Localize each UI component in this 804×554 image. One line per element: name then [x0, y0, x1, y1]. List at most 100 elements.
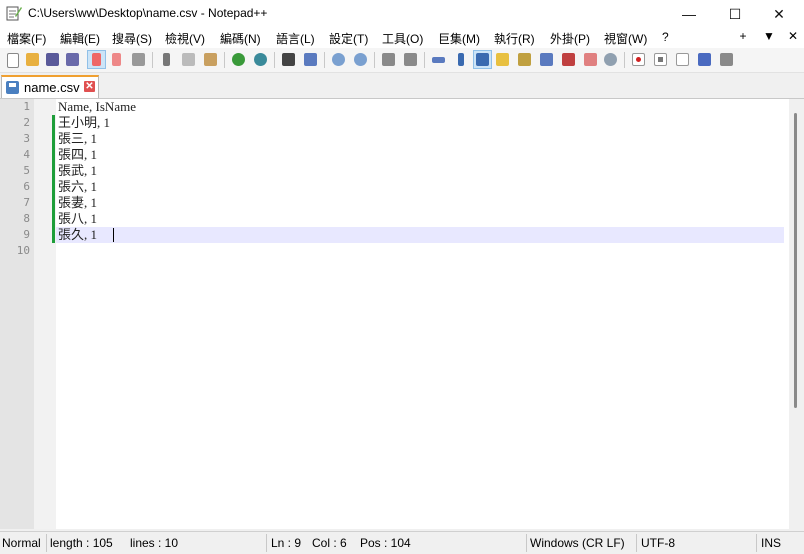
new-tab-button[interactable]: +	[736, 29, 750, 43]
menu-plugins[interactable]: 外掛(P)	[550, 30, 590, 47]
zoom-in-icon[interactable]	[330, 51, 347, 68]
text-line[interactable]: 張八, 1	[58, 211, 97, 227]
toolbar-separator	[624, 52, 625, 68]
toolbar-separator	[424, 52, 425, 68]
line-number-gutter: 1 2 3 4 5 6 7 8 9 10	[0, 99, 34, 529]
close-all-icon[interactable]	[108, 51, 125, 68]
sync-vertical-icon[interactable]	[380, 51, 397, 68]
find-icon[interactable]	[280, 51, 297, 68]
line-number: 7	[23, 196, 30, 209]
status-encoding[interactable]: UTF-8	[641, 536, 675, 550]
paste-icon[interactable]	[202, 51, 219, 68]
status-column: Col : 6	[312, 536, 347, 550]
doc-map-icon[interactable]	[516, 51, 533, 68]
line-number: 8	[23, 212, 30, 225]
save-all-icon[interactable]	[64, 51, 81, 68]
copy-icon[interactable]	[180, 51, 197, 68]
line-number: 9	[23, 228, 30, 241]
close-window-button[interactable]: ✕	[756, 0, 802, 28]
current-line-highlight	[56, 227, 784, 243]
close-document-button[interactable]: ✕	[786, 29, 800, 43]
menu-encoding[interactable]: 編碼(N)	[220, 30, 261, 47]
menu-window[interactable]: 視窗(W)	[604, 30, 647, 47]
menu-settings[interactable]: 設定(T)	[329, 30, 368, 47]
status-length: length : 105	[50, 536, 113, 550]
stop-macro-icon[interactable]	[652, 51, 669, 68]
toolbar-separator	[324, 52, 325, 68]
menu-language[interactable]: 語言(L)	[276, 30, 315, 47]
menu-run[interactable]: 執行(R)	[494, 30, 535, 47]
line-number: 10	[16, 244, 30, 257]
menu-bar: 檔案(F) 編輯(E) 搜尋(S) 檢視(V) 編碼(N) 語言(L) 設定(T…	[0, 28, 804, 48]
cut-icon[interactable]	[158, 51, 175, 68]
word-wrap-icon[interactable]	[430, 51, 447, 68]
text-line[interactable]: 張四, 1	[58, 147, 97, 163]
editor-area[interactable]: 1 2 3 4 5 6 7 8 9 10 Name, IsName 王小明, 1…	[0, 99, 789, 529]
menu-help[interactable]: ?	[662, 30, 669, 44]
toolbar-separator	[224, 52, 225, 68]
status-divider	[526, 534, 527, 552]
sync-horizontal-icon[interactable]	[402, 51, 419, 68]
language-icon[interactable]	[494, 51, 511, 68]
status-eol[interactable]: Windows (CR LF)	[530, 536, 625, 550]
text-line[interactable]: 張妻, 1	[58, 195, 97, 211]
toolbar-separator	[374, 52, 375, 68]
minimize-button[interactable]: —	[666, 0, 712, 28]
change-history-marker	[52, 115, 55, 243]
undo-icon[interactable]	[230, 51, 247, 68]
toolbar-separator	[152, 52, 153, 68]
line-number: 6	[23, 180, 30, 193]
zoom-out-icon[interactable]	[352, 51, 369, 68]
show-all-chars-icon[interactable]	[452, 51, 469, 68]
window-title: C:\Users\ww\Desktop\name.csv - Notepad++	[28, 6, 268, 20]
tab-bar: name.csv ✕	[0, 74, 804, 99]
status-position: Pos : 104	[360, 536, 411, 550]
indent-guide-icon[interactable]	[473, 50, 492, 69]
menu-file[interactable]: 檔案(F)	[7, 30, 46, 47]
menu-macro[interactable]: 巨集(M)	[438, 30, 480, 47]
new-file-icon[interactable]	[4, 51, 21, 68]
run-macro-multiple-icon[interactable]	[696, 51, 713, 68]
monitor-icon[interactable]	[602, 51, 619, 68]
text-line[interactable]: 王小明, 1	[58, 115, 110, 131]
redo-icon[interactable]	[252, 51, 269, 68]
status-divider	[46, 534, 47, 552]
folder-workspace-icon[interactable]	[560, 51, 577, 68]
status-insert-mode[interactable]: INS	[761, 536, 781, 550]
vertical-scrollbar[interactable]	[789, 99, 804, 529]
text-caret	[113, 228, 114, 242]
menu-tools[interactable]: 工具(O)	[382, 30, 423, 47]
tab-label: name.csv	[24, 80, 80, 95]
line-number: 4	[23, 148, 30, 161]
save-icon[interactable]	[44, 51, 61, 68]
title-bar: C:\Users\ww\Desktop\name.csv - Notepad++…	[0, 0, 804, 28]
save-macro-icon[interactable]	[718, 51, 735, 68]
close-icon[interactable]	[87, 50, 106, 69]
maximize-button[interactable]: ☐	[712, 0, 758, 28]
scrollbar-thumb[interactable]	[794, 113, 797, 408]
tab-list-dropdown-button[interactable]: ▼	[762, 29, 776, 43]
menu-search[interactable]: 搜尋(S)	[112, 30, 152, 47]
status-divider	[636, 534, 637, 552]
status-divider	[756, 534, 757, 552]
text-line[interactable]: 張六, 1	[58, 179, 97, 195]
print-icon[interactable]	[130, 51, 147, 68]
record-macro-icon[interactable]	[630, 51, 647, 68]
function-list-icon[interactable]	[538, 51, 555, 68]
tab-close-icon[interactable]: ✕	[84, 81, 95, 92]
menu-edit[interactable]: 編輯(E)	[60, 30, 100, 47]
notepadpp-app-icon	[6, 6, 22, 21]
tab-name-csv[interactable]: name.csv ✕	[1, 75, 99, 98]
line-number: 2	[23, 116, 30, 129]
play-macro-icon[interactable]	[674, 51, 691, 68]
file-saved-icon	[6, 81, 19, 94]
menu-view[interactable]: 檢視(V)	[165, 30, 205, 47]
text-line[interactable]: 張久, 1	[58, 227, 97, 243]
open-file-icon[interactable]	[24, 51, 41, 68]
replace-icon[interactable]	[302, 51, 319, 68]
doc-list-icon[interactable]	[582, 51, 599, 68]
text-line[interactable]: 張武, 1	[58, 163, 97, 179]
text-line[interactable]: 張三, 1	[58, 131, 97, 147]
line-number: 5	[23, 164, 30, 177]
text-line[interactable]: Name, IsName	[58, 99, 136, 115]
